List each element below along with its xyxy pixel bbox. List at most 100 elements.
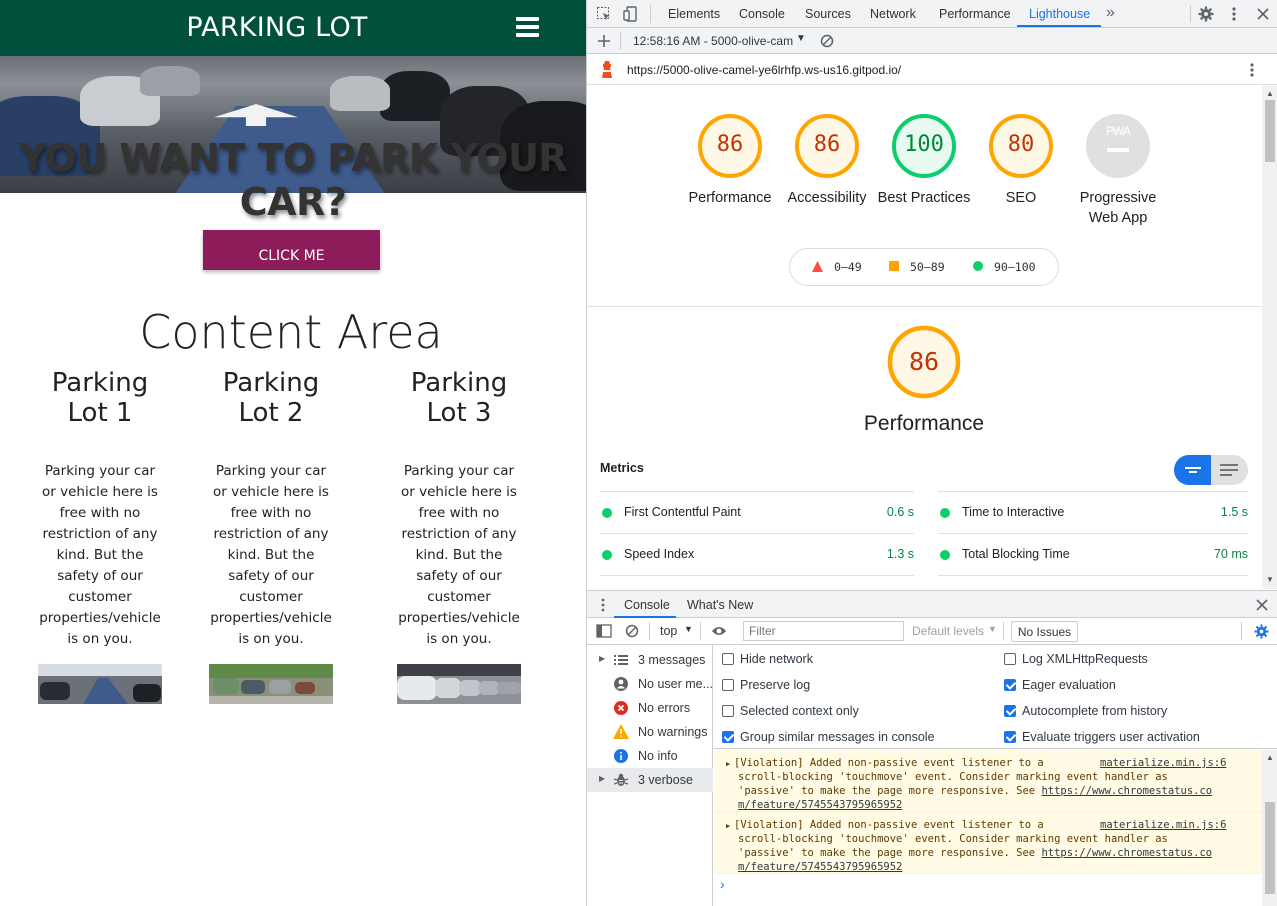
- click-me-button[interactable]: CLICK ME: [203, 230, 380, 270]
- score-label: Best Practices: [877, 190, 971, 206]
- console-message[interactable]: ▶ [Violation] Added non-passive event li…: [714, 750, 1262, 812]
- lot-title: Parking Lot 1: [51, 368, 149, 428]
- metric-first-contentful-paint[interactable]: First Contentful Paint 0.6 s: [600, 491, 914, 533]
- drawer-tabbar: Console What's New: [587, 590, 1277, 618]
- lighthouse-report: 86 Performance 86 Accessibility 100 Best…: [587, 86, 1262, 589]
- message-source-link[interactable]: materialize.min.js:6: [1100, 756, 1226, 770]
- tab-elements[interactable]: Elements: [668, 7, 720, 21]
- tab-console[interactable]: Console: [739, 7, 785, 21]
- more-options-icon[interactable]: [1226, 6, 1242, 22]
- metric-total-blocking-time[interactable]: Total Blocking Time 70 ms: [938, 533, 1248, 575]
- info-icon: [614, 749, 628, 763]
- new-report-icon[interactable]: [596, 33, 612, 49]
- metric-name: Total Blocking Time: [962, 547, 1070, 561]
- console-prompt[interactable]: ›: [720, 876, 725, 892]
- metric-name: Speed Index: [624, 547, 695, 561]
- message-link[interactable]: https://www.chromestatus.co: [1041, 785, 1212, 797]
- tab-performance[interactable]: Performance: [939, 7, 1011, 21]
- sidebar-item-verbose[interactable]: ▶ 3 verbose: [587, 768, 713, 792]
- sidebar-toggle-icon[interactable]: [596, 624, 612, 638]
- inspect-element-icon[interactable]: [596, 6, 612, 22]
- score-legend: 0–49 50–89 90–100: [789, 248, 1059, 286]
- checkbox-box[interactable]: [722, 679, 734, 691]
- console-filter-input[interactable]: [743, 621, 904, 641]
- sidebar-item-user-messages[interactable]: No user me...: [587, 672, 713, 696]
- score-label: Progressive Web App: [1079, 190, 1157, 226]
- checkbox-box[interactable]: [722, 731, 734, 743]
- context-selector[interactable]: top: [660, 624, 677, 638]
- message-line: scroll-blocking 'touchmove' event. Consi…: [738, 771, 1168, 783]
- chevron-down-icon[interactable]: ▼: [684, 624, 693, 634]
- message-link[interactable]: https://www.chromestatus.co: [1041, 847, 1212, 859]
- legend-range: 50–89: [910, 260, 945, 274]
- checkbox-label: Group similar messages in console: [740, 730, 935, 744]
- checkbox-box[interactable]: [722, 705, 734, 717]
- message-source-link[interactable]: materialize.min.js:6: [1100, 818, 1226, 832]
- checkbox-box[interactable]: [1004, 705, 1016, 717]
- metric-value: 1.3 s: [886, 547, 914, 561]
- live-expression-eye-icon[interactable]: [711, 625, 727, 637]
- report-url[interactable]: https://5000-olive-camel-ye6lrhfp.ws-us1…: [627, 63, 901, 77]
- checkbox-box[interactable]: [722, 653, 734, 665]
- sidebar-item-label: 3 verbose: [638, 773, 693, 787]
- message-link[interactable]: m/feature/5745543795965952: [738, 798, 902, 812]
- clear-reports-icon[interactable]: [819, 33, 835, 49]
- metric-value: 1.5 s: [1220, 505, 1248, 519]
- compact-view-icon[interactable]: [1185, 463, 1201, 477]
- expanded-view-icon[interactable]: [1220, 463, 1238, 477]
- report-menu-icon[interactable]: [1247, 62, 1257, 78]
- message-link[interactable]: m/feature/5745543795965952: [738, 860, 902, 874]
- report-scrollbar[interactable]: ▲ ▼: [1262, 86, 1277, 589]
- sidebar-item-errors[interactable]: No errors: [587, 696, 713, 720]
- console-message[interactable]: ▶ [Violation] Added non-passive event li…: [714, 812, 1262, 874]
- site-title[interactable]: PARKING LOT: [0, 12, 554, 43]
- metrics-view-toggle[interactable]: [1174, 455, 1248, 485]
- drawer-tab-whats-new[interactable]: What's New: [687, 598, 753, 612]
- device-toolbar-icon[interactable]: [623, 6, 639, 22]
- console-toolbar: top ▼ Default levels ▼ No Issues: [587, 618, 1277, 645]
- score-label: SEO: [1005, 190, 1037, 206]
- tab-network[interactable]: Network: [870, 7, 916, 21]
- sidebar-item-messages[interactable]: ▶ 3 messages: [587, 648, 713, 672]
- hero-heading: YOU WANT TO PARK YOUR CAR?: [18, 136, 568, 224]
- checkbox-label: Eager evaluation: [1022, 678, 1116, 692]
- expand-triangle-icon[interactable]: ▶: [726, 819, 730, 833]
- checkbox-label: Autocomplete from history: [1022, 704, 1168, 718]
- checkbox-box[interactable]: [1004, 653, 1016, 665]
- console-scrollbar[interactable]: ▲: [1262, 750, 1277, 906]
- content-area-title: Content Area: [139, 305, 443, 359]
- expand-triangle-icon[interactable]: ▶: [726, 757, 730, 771]
- console-settings-gear-icon[interactable]: [1254, 624, 1269, 639]
- message-line: 'passive' to make the page more responsi…: [738, 846, 1212, 860]
- site-header: PARKING LOT: [0, 0, 586, 56]
- sidebar-item-label: No warnings: [638, 725, 708, 739]
- chevron-down-icon[interactable]: ▼: [796, 33, 806, 44]
- metric-speed-index[interactable]: Speed Index 1.3 s: [600, 533, 914, 575]
- sidebar-item-info[interactable]: No info: [587, 744, 713, 768]
- drawer-tab-console[interactable]: Console: [624, 598, 670, 612]
- tab-lighthouse[interactable]: Lighthouse: [1029, 7, 1090, 21]
- expand-triangle-icon[interactable]: ▶: [599, 654, 605, 663]
- sidebar-item-label: No user me...: [638, 677, 714, 691]
- sidebar-item-warnings[interactable]: No warnings: [587, 720, 713, 744]
- close-devtools-icon[interactable]: [1255, 6, 1271, 22]
- hamburger-menu-icon[interactable]: [516, 17, 539, 37]
- issues-button[interactable]: No Issues: [1011, 621, 1078, 642]
- report-selector[interactable]: 12:58:16 AM - 5000-olive-cam: [633, 34, 793, 48]
- settings-gear-icon[interactable]: [1198, 6, 1214, 22]
- checkbox-box[interactable]: [1004, 731, 1016, 743]
- metric-value: 0.6 s: [886, 505, 914, 519]
- log-levels-dropdown[interactable]: Default levels: [912, 624, 984, 638]
- drawer-menu-icon[interactable]: [600, 598, 606, 612]
- expand-triangle-icon[interactable]: ▶: [599, 774, 605, 783]
- clear-console-icon[interactable]: [625, 624, 639, 638]
- checkbox-box[interactable]: [1004, 679, 1016, 691]
- chevron-down-icon: ▼: [988, 624, 997, 634]
- more-tabs-button[interactable]: »: [1106, 4, 1115, 22]
- lot-description: Parking your car or vehicle here is free…: [210, 463, 332, 647]
- metric-time-to-interactive[interactable]: Time to Interactive 1.5 s: [938, 491, 1248, 533]
- tab-sources[interactable]: Sources: [805, 7, 851, 21]
- console-settings: Hide network Preserve log Selected conte…: [714, 645, 1277, 749]
- score-label: Accessibility: [787, 190, 867, 206]
- close-drawer-icon[interactable]: [1255, 598, 1269, 612]
